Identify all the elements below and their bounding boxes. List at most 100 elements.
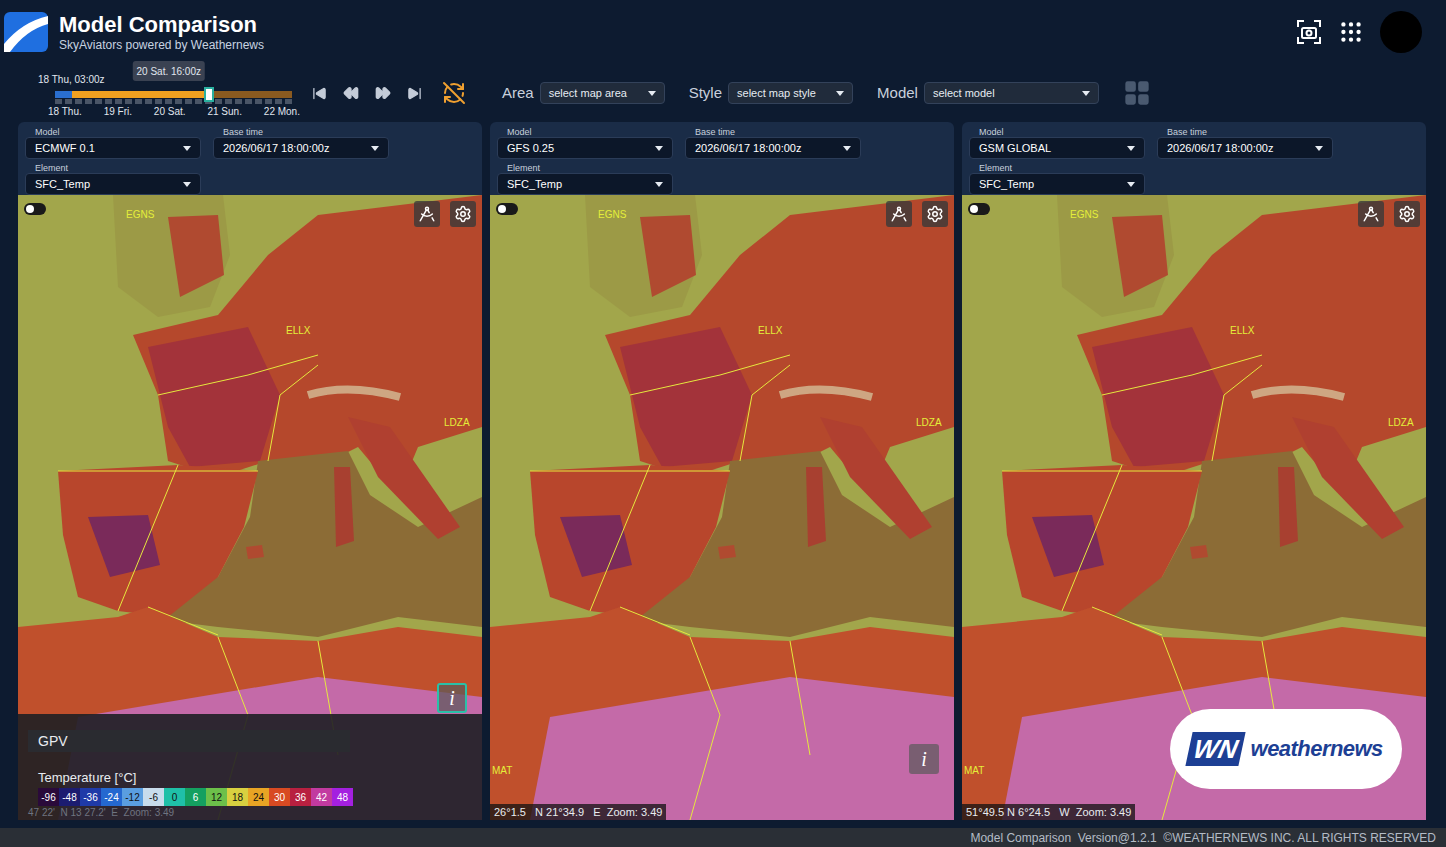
measure-button[interactable] bbox=[414, 201, 440, 227]
scale-cell: 24 bbox=[248, 788, 269, 806]
rewind-icon[interactable] bbox=[343, 85, 359, 101]
gear-icon bbox=[926, 205, 944, 223]
layer-toggle[interactable] bbox=[24, 203, 46, 215]
caret-down-icon bbox=[371, 146, 379, 151]
scale-cell: -24 bbox=[101, 788, 122, 806]
timeline-tick bbox=[115, 99, 122, 104]
caret-down-icon bbox=[1127, 146, 1135, 151]
legend-unit: Temperature [°C] bbox=[28, 770, 472, 786]
screenshot-icon[interactable] bbox=[1296, 19, 1322, 45]
toolbar-select[interactable]: select map style bbox=[728, 82, 853, 104]
measure-button[interactable] bbox=[1358, 201, 1384, 227]
model-panel: ModelECMWF 0.1Base time2026/06/17 18:00:… bbox=[18, 122, 482, 820]
field-label: Element bbox=[25, 163, 201, 173]
gear-icon bbox=[1398, 205, 1416, 223]
loop-off-icon[interactable] bbox=[442, 81, 466, 105]
toolbar-select-group: Areaselect map area bbox=[502, 82, 665, 105]
base-time-select[interactable]: 2026/06/17 18:00:00z bbox=[1157, 137, 1333, 159]
layer-toggle[interactable] bbox=[968, 203, 990, 215]
model-field: ModelGSM GLOBAL bbox=[969, 127, 1145, 159]
temperature-map[interactable] bbox=[490, 195, 954, 820]
timeline-start-label: 18 Thu, 03:00z bbox=[38, 74, 105, 86]
layout-grid-icon[interactable] bbox=[1123, 79, 1151, 107]
toolbar-select-group: Model select model bbox=[877, 82, 1099, 105]
airport-label: EGNS bbox=[1070, 209, 1098, 221]
model-select[interactable]: GFS 0.25 bbox=[497, 137, 673, 159]
timeline-tick bbox=[285, 99, 292, 104]
airport-label: LDZA bbox=[444, 417, 470, 429]
apps-grid-icon[interactable] bbox=[1338, 19, 1364, 45]
toggle-knob bbox=[26, 205, 34, 213]
element-field: ElementSFC_Temp bbox=[25, 163, 201, 195]
airport-label: MAT bbox=[492, 765, 512, 777]
scale-cell: -12 bbox=[122, 788, 143, 806]
compass-icon bbox=[1362, 205, 1380, 223]
timeline-day: 22 Mon. bbox=[264, 106, 300, 118]
info-button[interactable]: i bbox=[437, 683, 467, 713]
wn-mark: WN bbox=[1186, 732, 1247, 766]
layer-toggle[interactable] bbox=[496, 203, 518, 215]
scale-cell: 42 bbox=[311, 788, 332, 806]
scale-cell: 30 bbox=[269, 788, 290, 806]
element-select[interactable]: SFC_Temp bbox=[969, 173, 1145, 195]
caret-down-icon bbox=[655, 146, 663, 151]
caret-down-icon bbox=[183, 146, 191, 151]
panel-header: ModelGSM GLOBAL Base time2026/06/17 18:00… bbox=[962, 122, 1426, 195]
element-field: ElementSFC_Temp bbox=[969, 163, 1145, 195]
settings-button[interactable] bbox=[1394, 201, 1420, 227]
element-select[interactable]: SFC_Temp bbox=[497, 173, 673, 195]
timeline-tick bbox=[85, 99, 92, 104]
field-label: Model bbox=[25, 127, 201, 137]
skip-end-icon[interactable] bbox=[407, 86, 422, 101]
caret-down-icon bbox=[836, 91, 844, 96]
settings-button[interactable] bbox=[450, 201, 476, 227]
weathernews-logo: WNweathernews bbox=[1170, 709, 1402, 789]
scale-cell: 36 bbox=[290, 788, 311, 806]
caret-down-icon bbox=[1315, 146, 1323, 151]
caret-down-icon bbox=[655, 182, 663, 187]
element-field: ElementSFC_Temp bbox=[497, 163, 673, 195]
map-area: EGNSELLXLDZAMATWNweathernews51°49.5 N 6°… bbox=[962, 195, 1426, 820]
timeline-tick bbox=[275, 99, 282, 104]
base-time-select[interactable]: 2026/06/17 18:00:00z bbox=[685, 137, 861, 159]
toolbar-select[interactable]: select model bbox=[924, 82, 1099, 104]
skyaviators-logo-icon bbox=[2, 8, 50, 56]
settings-button[interactable] bbox=[922, 201, 948, 227]
skip-start-icon[interactable] bbox=[312, 86, 327, 101]
field-label: Model bbox=[969, 127, 1145, 137]
timeline-tick bbox=[195, 99, 202, 104]
model-select[interactable]: ECMWF 0.1 bbox=[25, 137, 201, 159]
app-title: Model Comparison bbox=[59, 12, 264, 38]
scale-cell: 12 bbox=[206, 788, 227, 806]
coordinates: 51°49.5 N 6°24.5 W Zoom: 3.49 bbox=[962, 804, 1135, 821]
toolbar-select-label: Model bbox=[877, 82, 918, 105]
measure-button[interactable] bbox=[886, 201, 912, 227]
toolbar-select-label: Style bbox=[689, 82, 722, 105]
toolbar-select[interactable]: select map area bbox=[540, 82, 665, 104]
scale-cell: 18 bbox=[227, 788, 248, 806]
model-select[interactable]: GSM GLOBAL bbox=[969, 137, 1145, 159]
current-time-tooltip: 20 Sat. 16:00z bbox=[133, 61, 206, 81]
coordinates: 26°1.5 N 21°34.9 E Zoom: 3.49 bbox=[490, 804, 666, 821]
info-button[interactable]: i bbox=[909, 744, 939, 774]
airport-label: MAT bbox=[964, 765, 984, 777]
base-time-select[interactable]: 2026/06/17 18:00:00z bbox=[213, 137, 389, 159]
timeline-day: 21 Sun. bbox=[207, 106, 241, 118]
app-header: Model ComparisonSkyAviators powered by W… bbox=[0, 0, 1446, 64]
fast-forward-icon[interactable] bbox=[375, 85, 391, 101]
timeline-track[interactable] bbox=[55, 91, 292, 98]
timeline-tick bbox=[65, 99, 72, 104]
map-area: EGNSELLXLDZAiGPVTemperature [°C]-96-48-3… bbox=[18, 195, 482, 820]
timeline-handle[interactable] bbox=[204, 87, 214, 102]
scale-cell: -36 bbox=[80, 788, 101, 806]
user-avatar[interactable] bbox=[1380, 11, 1422, 53]
caret-down-icon bbox=[843, 146, 851, 151]
timeline-day: 20 Sat. bbox=[154, 106, 186, 118]
timeline-tick bbox=[145, 99, 152, 104]
toggle-knob bbox=[970, 205, 978, 213]
field-label: Base time bbox=[1157, 127, 1333, 137]
toolbar: 18 Thu, 03:00z20 Sat. 16:00z18 Thu.19 Fr… bbox=[0, 64, 1446, 122]
element-select[interactable]: SFC_Temp bbox=[25, 173, 201, 195]
timeline-day: 18 Thu. bbox=[48, 106, 82, 118]
timeline-tick bbox=[235, 99, 242, 104]
